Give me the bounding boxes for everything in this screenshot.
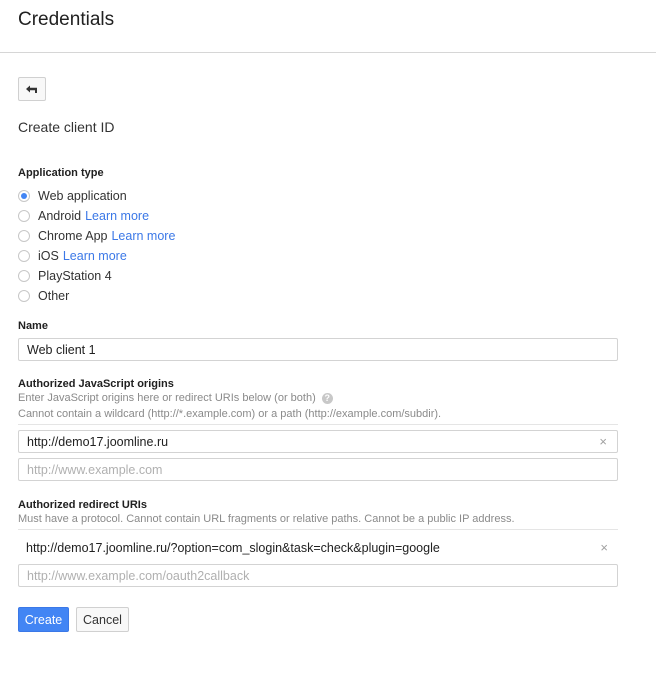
js-origins-label: Authorized JavaScript origins	[18, 378, 174, 390]
name-label: Name	[18, 320, 48, 332]
radio-android[interactable]: Android Learn more	[18, 206, 175, 226]
name-input[interactable]: Web client 1	[18, 338, 618, 361]
help-icon[interactable]: ?	[321, 392, 333, 404]
radio-label: iOS	[38, 249, 59, 263]
create-button[interactable]: Create	[18, 607, 69, 632]
radio-ios[interactable]: iOS Learn more	[18, 246, 175, 266]
form-title: Create client ID	[18, 119, 115, 135]
js-origins-help-text: Enter JavaScript origins here or redirec…	[18, 392, 316, 404]
js-origin-entry[interactable]: http://demo17.joomline.ru ×	[18, 430, 618, 453]
back-arrow-icon	[26, 85, 37, 93]
application-type-radio-group: Web application Android Learn more Chrom…	[18, 186, 175, 306]
redirect-uris-help: Must have a protocol. Cannot contain URL…	[18, 513, 515, 525]
js-origins-help: Enter JavaScript origins here or redirec…	[18, 391, 333, 405]
radio-button-checked[interactable]	[18, 190, 30, 202]
divider	[18, 529, 618, 530]
redirect-uris-label: Authorized redirect URIs	[18, 499, 147, 511]
js-origin-value: http://demo17.joomline.ru	[27, 434, 169, 449]
learn-more-link[interactable]: Learn more	[111, 229, 175, 243]
divider	[18, 424, 618, 425]
radio-web-application[interactable]: Web application	[18, 186, 175, 206]
page-title: Credentials	[18, 9, 115, 30]
radio-button[interactable]	[18, 270, 30, 282]
radio-label: Web application	[38, 189, 127, 203]
remove-redirect-uri-icon[interactable]: ×	[600, 540, 608, 555]
cancel-button[interactable]: Cancel	[76, 607, 129, 632]
radio-button[interactable]	[18, 290, 30, 302]
remove-origin-icon[interactable]: ×	[599, 434, 607, 449]
application-type-label: Application type	[18, 167, 104, 179]
radio-chrome-app[interactable]: Chrome App Learn more	[18, 226, 175, 246]
radio-playstation-4[interactable]: PlayStation 4	[18, 266, 175, 286]
radio-label: Android	[38, 209, 82, 223]
radio-button[interactable]	[18, 210, 30, 222]
radio-label: Other	[38, 289, 70, 303]
redirect-uri-entry[interactable]: http://demo17.joomline.ru/?option=com_sl…	[18, 536, 618, 559]
radio-button[interactable]	[18, 250, 30, 262]
radio-label: PlayStation 4	[38, 269, 112, 283]
learn-more-link[interactable]: Learn more	[63, 249, 127, 263]
js-origins-restriction: Cannot contain a wildcard (http://*.exam…	[18, 408, 442, 420]
radio-label: Chrome App	[38, 229, 108, 243]
redirect-uri-value: http://demo17.joomline.ru/?option=com_sl…	[26, 540, 440, 555]
radio-button[interactable]	[18, 230, 30, 242]
learn-more-link[interactable]: Learn more	[85, 209, 149, 223]
page-header: Credentials	[0, 0, 656, 53]
radio-other[interactable]: Other	[18, 286, 175, 306]
js-origin-new-input[interactable]: http://www.example.com	[18, 458, 618, 481]
back-button[interactable]	[18, 77, 46, 101]
redirect-uri-new-input[interactable]: http://www.example.com/oauth2callback	[18, 564, 618, 587]
